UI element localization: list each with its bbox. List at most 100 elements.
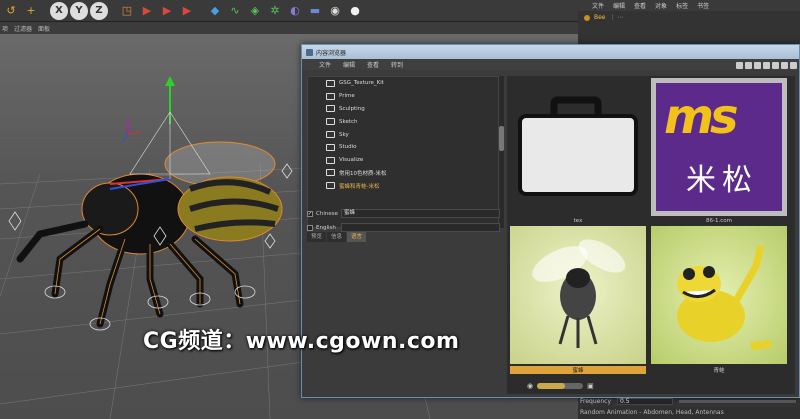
camera-icon[interactable]: ◉ [326, 2, 344, 20]
cb-menu-item[interactable]: 编辑 [343, 60, 355, 69]
tree-item-label: Sculpting [339, 105, 365, 112]
cb-menu-item[interactable]: 查看 [367, 60, 379, 69]
content-browser-menu: 文件 编辑 查看 转到 [302, 59, 799, 70]
viewport-menu-item[interactable]: 项 [2, 24, 8, 33]
render-view-icon[interactable]: ▶ [138, 2, 156, 20]
tree-item[interactable]: Prime [308, 90, 498, 103]
y-axis-icon[interactable]: Y [70, 1, 88, 20]
tree-item-label: Visualize [339, 157, 364, 164]
nurbs-icon[interactable]: ◈ [246, 2, 264, 20]
random-animation-label: Random Animation - Abdomen, Head, Antenn… [578, 407, 800, 419]
viewport-menu: 项 过滤器 面板 [0, 22, 578, 34]
cb-menu-item[interactable]: 转到 [391, 60, 403, 69]
om-menu-item[interactable]: 编辑 [613, 1, 625, 10]
back-icon[interactable] [745, 62, 752, 69]
folder-icon [510, 78, 646, 216]
tree-item[interactable]: Sketch [308, 115, 498, 128]
frequency-slider[interactable] [679, 399, 796, 403]
object-row-bee[interactable]: Bee ⋮ ⋯ [584, 14, 623, 21]
thumbnail-bee[interactable]: 蜜蜂 [510, 226, 646, 374]
frequency-input[interactable]: 0.5 [617, 397, 673, 405]
om-menu-item[interactable]: 查看 [634, 1, 646, 10]
object-icon [584, 14, 590, 21]
z-axis-icon[interactable]: Z [90, 1, 108, 20]
home-icon[interactable] [763, 62, 770, 69]
object-manager-menu: 文件 编辑 查看 对象 标签 书签 [578, 0, 800, 11]
frog-preview [651, 226, 787, 364]
undo-icon[interactable]: ↺ [2, 2, 20, 20]
chinese-input[interactable]: 蜜蜂 [341, 209, 500, 218]
tab-preview[interactable]: 预览 [307, 232, 327, 242]
tree-item-label: Sky [339, 131, 349, 138]
render-picture-icon[interactable]: ▶ [158, 2, 176, 20]
folder-icon [326, 182, 335, 190]
tree-item[interactable]: 蜜蜂和青蛙-米松 [308, 179, 498, 192]
main-toolbar: ↺ + X Y Z ◳ ▶ ▶ ▶ ◆ ∿ ◈ ✲ ◐ ▬ ◉ ● [0, 0, 578, 22]
window-title: 内容浏览器 [316, 49, 347, 57]
light-icon[interactable]: ● [346, 2, 364, 20]
om-menu-item[interactable]: 标签 [676, 1, 688, 10]
tree-item-label: Sketch [339, 118, 358, 125]
browser-bottom-bar: ◉ ▣ [507, 380, 795, 392]
scroll-thumb[interactable] [499, 126, 504, 151]
zoom-icon[interactable]: ◉ [527, 382, 533, 390]
coord-icon[interactable]: ◳ [118, 2, 136, 20]
folder-icon [326, 79, 335, 87]
tree-item[interactable]: 常用10色材质-米松 [308, 167, 498, 180]
cb-menu-item[interactable]: 文件 [319, 60, 331, 69]
thumbnail-size-slider[interactable] [537, 383, 584, 389]
view-icon[interactable] [736, 62, 743, 69]
folder-icon [326, 105, 335, 113]
array-icon[interactable]: ✲ [266, 2, 284, 20]
forward-icon[interactable] [754, 62, 761, 69]
zoom-max-icon[interactable]: ▣ [587, 382, 594, 390]
scene-icon[interactable]: ▬ [306, 2, 324, 20]
x-axis-icon[interactable]: X [50, 1, 68, 20]
grid-view-icon[interactable] [781, 62, 788, 69]
tree-item[interactable]: Visualize [308, 154, 498, 167]
thumbnail-caption: 蜜蜂 [510, 366, 646, 374]
search-icon[interactable] [772, 62, 779, 69]
render-settings-icon[interactable]: ▶ [178, 2, 196, 20]
om-menu-item[interactable]: 书签 [697, 1, 709, 10]
viewport-menu-item[interactable]: 面板 [38, 24, 50, 33]
frequency-label: Frequency [580, 397, 611, 405]
logo-text: 米松 [686, 163, 758, 198]
tab-info[interactable]: 信息 [327, 232, 347, 242]
browser-app-icon [306, 48, 313, 56]
logo-letters: ms [664, 89, 739, 145]
tree-item[interactable]: Sky [308, 128, 498, 141]
thumbnail-caption: tex [573, 218, 583, 224]
english-checkbox[interactable] [307, 224, 313, 231]
list-view-icon[interactable] [790, 62, 797, 69]
chinese-checkbox[interactable]: ✓ [307, 210, 313, 217]
deformer-icon[interactable]: ◐ [286, 2, 304, 20]
tree-item[interactable]: Studio [308, 141, 498, 154]
misong-logo: ms 米松 [651, 78, 787, 216]
folder-icon [326, 118, 335, 126]
om-menu-item[interactable]: 对象 [655, 1, 667, 10]
mini-gizmo [121, 119, 141, 143]
add-icon[interactable]: + [22, 2, 40, 20]
tree-scrollbar[interactable] [499, 76, 504, 228]
folder-icon [326, 131, 335, 139]
tab-language[interactable]: 语言 [347, 232, 367, 242]
bee-preview [510, 226, 646, 364]
tree-item-label: 常用10色材质-米松 [339, 170, 387, 177]
spline-icon[interactable]: ∿ [226, 2, 244, 20]
english-input[interactable] [341, 223, 500, 232]
thumbnail-logo[interactable]: ms 米松 86-1.com [651, 78, 787, 226]
tree-item-label: Studio [339, 144, 357, 151]
object-name: Bee [594, 14, 606, 21]
browser-toolbar-icons [736, 62, 797, 69]
cube-icon[interactable]: ◆ [206, 2, 224, 20]
tree-item[interactable]: Sculpting [308, 103, 498, 116]
om-menu-item[interactable]: 文件 [592, 1, 604, 10]
thumbnail-frog[interactable]: 青蛙 [651, 226, 787, 374]
viewport-menu-item[interactable]: 过滤器 [14, 24, 32, 33]
thumbnail-folder[interactable]: tex [510, 78, 646, 226]
folder-icon [326, 143, 335, 151]
english-name-field: English [307, 222, 500, 233]
content-browser-titlebar[interactable]: 内容浏览器 [302, 45, 799, 59]
tree-item[interactable]: GSG_Texture_Kit [308, 77, 498, 90]
